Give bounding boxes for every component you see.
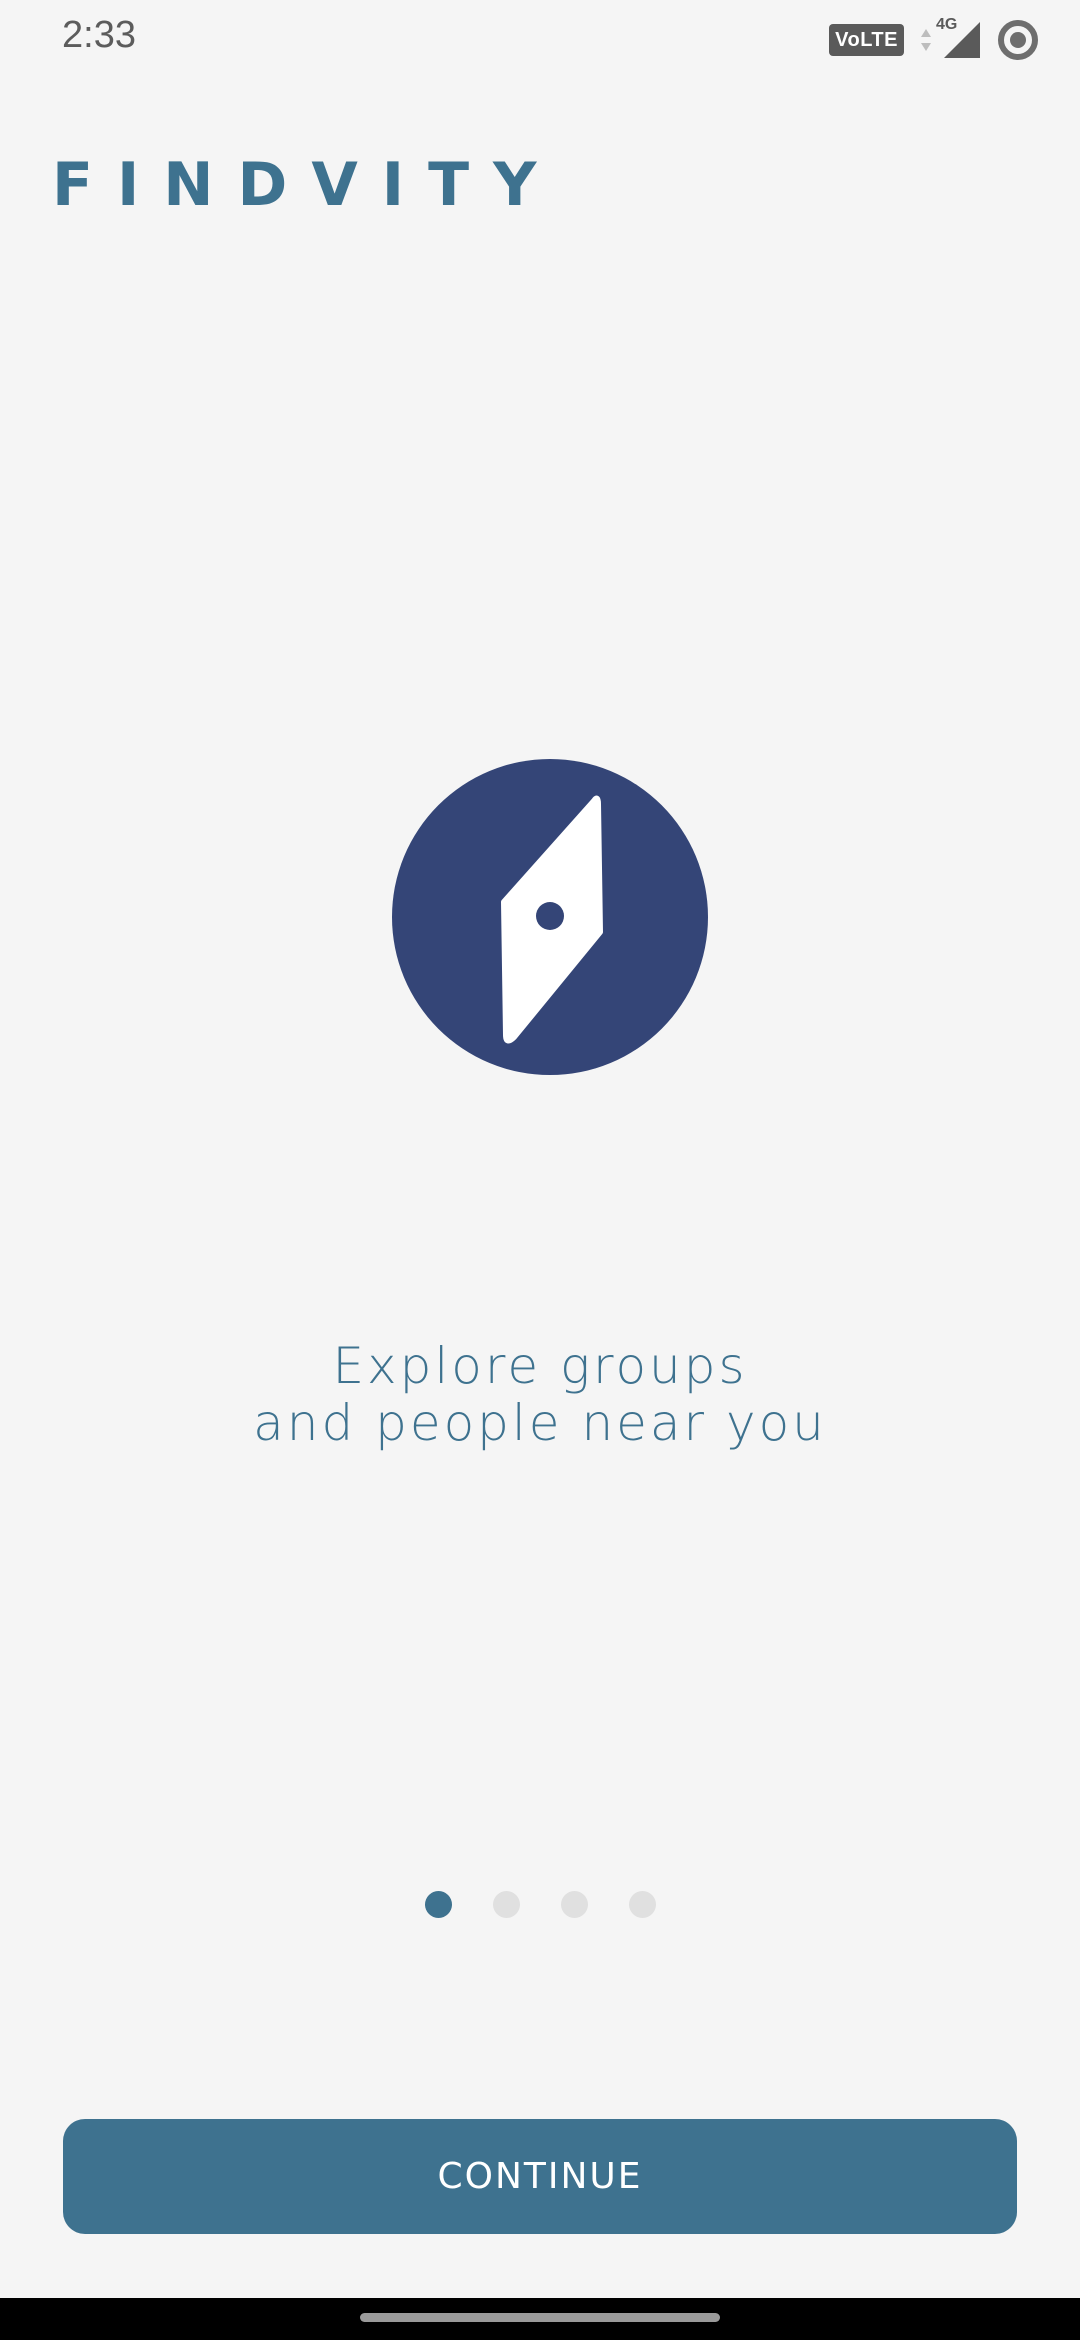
record-icon <box>998 20 1038 60</box>
home-gesture-handle[interactable] <box>360 2313 720 2322</box>
navigation-bar <box>0 2298 1080 2340</box>
page-dot-3[interactable] <box>560 1891 588 1918</box>
signal-group: 4G <box>920 16 980 62</box>
page-dot-1[interactable] <box>424 1891 452 1918</box>
tagline-line-1: Explore groups <box>332 1337 748 1395</box>
continue-button[interactable]: CONTINUE <box>63 2119 1017 2234</box>
status-time: 2:33 <box>62 14 136 56</box>
signal-icon <box>944 22 980 58</box>
volte-icon: VoLTE <box>829 24 904 56</box>
page-dot-4[interactable] <box>628 1891 656 1918</box>
page-dot-2[interactable] <box>492 1891 520 1918</box>
status-icons: VoLTE 4G <box>829 16 1040 62</box>
onboarding-tagline: Explore groups and people near you <box>0 1338 1080 1452</box>
brand-logo: FINDVITY <box>52 150 561 220</box>
onboarding-screen: 2:33 VoLTE 4G FINDVITY Explore groups an… <box>0 0 1080 2340</box>
tagline-line-2: and people near you <box>253 1394 827 1452</box>
page-indicator <box>0 1891 1080 1918</box>
status-bar: 2:33 VoLTE 4G <box>0 0 1080 80</box>
compass-icon <box>392 759 708 1075</box>
data-arrows-icon <box>921 29 931 51</box>
